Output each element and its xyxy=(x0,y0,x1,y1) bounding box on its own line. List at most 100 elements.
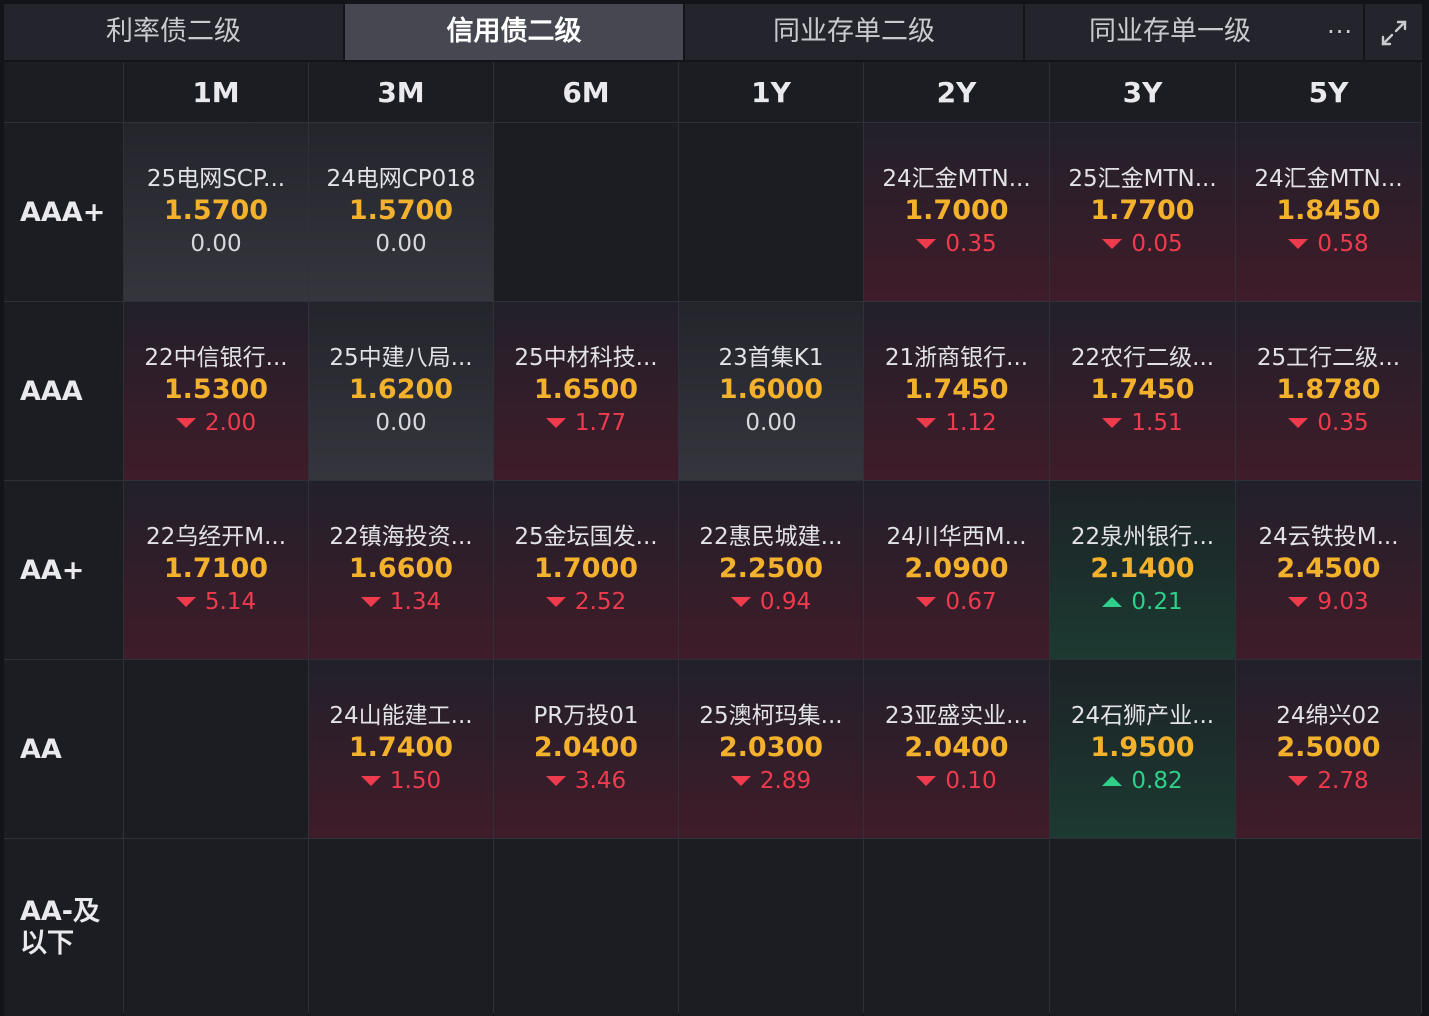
yield-change-value: 0.21 xyxy=(1131,589,1183,615)
bond-quote-cell[interactable]: 23首集K1 1.6000 0.00 xyxy=(679,302,863,480)
bond-name: 25汇金MTN... xyxy=(1068,166,1217,192)
bond-yield: 2.1400 xyxy=(1090,553,1195,584)
bond-yield: 1.5700 xyxy=(348,195,454,226)
down-triangle-icon xyxy=(916,597,937,607)
yield-change-value: 9.03 xyxy=(1317,589,1369,615)
bond-yield: 2.5000 xyxy=(1276,732,1381,763)
up-triangle-icon xyxy=(1102,597,1123,607)
bond-name: 25工行二级... xyxy=(1256,345,1401,371)
row-label: AAA+ xyxy=(4,123,123,301)
column-header-3m: 3M xyxy=(309,62,493,122)
bond-name: 21浙商银行... xyxy=(884,345,1029,371)
bond-quote-cell[interactable]: 25中建八局... 1.6200 0.00 xyxy=(309,302,493,480)
bond-name: 25澳柯玛集... xyxy=(699,703,843,729)
yield-change: 3.46 xyxy=(545,765,627,797)
bond-quote-cell[interactable]: 22乌经开M... 1.7100 5.14 xyxy=(124,481,308,659)
empty-cell xyxy=(494,839,678,1016)
column-header-2y: 2Y xyxy=(864,62,1049,122)
expand-icon xyxy=(1381,20,1407,46)
bond-quote-cell[interactable]: 25澳柯玛集... 2.0300 2.89 xyxy=(679,660,863,838)
yield-change: 0.35 xyxy=(1288,407,1369,439)
bond-name: 22中信银行... xyxy=(144,345,288,371)
bond-quote-cell[interactable]: 22泉州银行... 2.1400 0.21 xyxy=(1050,481,1235,659)
bond-name: 24云铁投M... xyxy=(1258,524,1399,550)
bond-yield: 1.8450 xyxy=(1276,195,1381,226)
tab-ncd-primary[interactable]: 同业存单一级 ··· xyxy=(1025,4,1363,60)
column-header-5y: 5Y xyxy=(1236,62,1421,122)
bond-yield: 2.0900 xyxy=(904,553,1009,584)
yield-change-value: 1.34 xyxy=(389,589,442,615)
bond-quote-cell[interactable]: 24川华西M... 2.0900 0.67 xyxy=(864,481,1049,659)
bond-name: PR万投01 xyxy=(533,703,639,729)
more-icon[interactable]: ··· xyxy=(1327,4,1353,60)
bond-yield: 1.7100 xyxy=(163,553,269,584)
up-triangle-icon xyxy=(1102,776,1123,786)
bond-quote-cell[interactable]: 25电网SCP... 1.5700 0.00 xyxy=(124,123,308,301)
bond-quote-cell[interactable]: 22镇海投资... 1.6600 1.34 xyxy=(309,481,493,659)
bond-quote-cell[interactable]: 24山能建工... 1.7400 1.50 xyxy=(309,660,493,838)
yield-change: 0.00 xyxy=(190,228,241,260)
bond-quote-cell[interactable]: 25中材科技... 1.6500 1.77 xyxy=(494,302,678,480)
bond-name: 25中建八局... xyxy=(329,345,473,371)
yield-change: 2.78 xyxy=(1288,765,1369,797)
yield-change-value: 0.00 xyxy=(745,410,797,436)
bond-quote-cell[interactable]: 25工行二级... 1.8780 0.35 xyxy=(1236,302,1421,480)
yield-change-value: 0.35 xyxy=(1317,410,1369,436)
yield-change: 0.35 xyxy=(916,228,997,260)
bond-yield: 1.6500 xyxy=(533,374,639,405)
yield-change: 5.14 xyxy=(175,586,257,618)
column-header-3y: 3Y xyxy=(1050,62,1235,122)
yield-change-value: 0.00 xyxy=(375,231,427,257)
expand-button[interactable] xyxy=(1365,4,1422,60)
bond-name: 22泉州银行... xyxy=(1070,524,1215,550)
corner-cell xyxy=(4,62,123,122)
yield-change-value: 2.78 xyxy=(1317,768,1369,794)
yield-change: 0.82 xyxy=(1102,765,1183,797)
bond-quote-cell[interactable]: PR万投01 2.0400 3.46 xyxy=(494,660,678,838)
down-triangle-icon xyxy=(730,776,751,786)
bond-yield: 2.0300 xyxy=(718,732,824,763)
yield-change-value: 0.67 xyxy=(945,589,997,615)
tab-bar: 利率债二级 信用债二级 同业存单二级 同业存单一级 ··· xyxy=(4,4,1422,60)
bond-quote-cell[interactable]: 24汇金MTN... 1.7000 0.35 xyxy=(864,123,1049,301)
bond-yield: 2.0400 xyxy=(533,732,639,763)
bond-quote-cell[interactable]: 22农行二级... 1.7450 1.51 xyxy=(1050,302,1235,480)
tab-ncd-secondary[interactable]: 同业存单二级 xyxy=(685,4,1023,60)
yield-change-value: 3.46 xyxy=(574,768,627,794)
yield-change-value: 2.00 xyxy=(204,410,257,436)
bond-quote-cell[interactable]: 25金坛国发... 1.7000 2.52 xyxy=(494,481,678,659)
yield-change-value: 0.00 xyxy=(190,231,242,257)
bond-yield: 2.2500 xyxy=(718,553,824,584)
tab-credit-bond-secondary[interactable]: 信用债二级 xyxy=(345,4,683,60)
bond-quote-cell[interactable]: 24石狮产业... 1.9500 0.82 xyxy=(1050,660,1235,838)
tab-rate-bond-secondary[interactable]: 利率债二级 xyxy=(4,4,343,60)
yield-change: 2.00 xyxy=(175,407,257,439)
yield-change-value: 5.14 xyxy=(204,589,257,615)
yield-change: 1.50 xyxy=(360,765,441,797)
yield-change-value: 0.35 xyxy=(945,231,997,257)
empty-cell xyxy=(1050,839,1235,1016)
down-triangle-icon xyxy=(360,597,381,607)
bond-quote-cell[interactable]: 24绵兴02 2.5000 2.78 xyxy=(1236,660,1421,838)
yield-change: 1.51 xyxy=(1102,407,1183,439)
yield-change-value: 0.00 xyxy=(375,410,427,436)
yield-change: 9.03 xyxy=(1288,586,1369,618)
bond-quote-cell[interactable]: 23亚盛实业... 2.0400 0.10 xyxy=(864,660,1049,838)
bond-quote-cell[interactable]: 24汇金MTN... 1.8450 0.58 xyxy=(1236,123,1421,301)
down-triangle-icon xyxy=(730,597,751,607)
bond-name: 22乌经开M... xyxy=(145,524,287,550)
bond-quote-cell[interactable]: 25汇金MTN... 1.7700 0.05 xyxy=(1050,123,1235,301)
yield-change: 1.77 xyxy=(545,407,626,439)
yield-change-value: 0.82 xyxy=(1131,768,1183,794)
bond-quote-cell[interactable]: 22惠民城建... 2.2500 0.94 xyxy=(679,481,863,659)
empty-cell xyxy=(864,839,1049,1016)
yield-change: 0.94 xyxy=(730,586,811,618)
bond-quote-cell[interactable]: 24云铁投M... 2.4500 9.03 xyxy=(1236,481,1421,659)
bond-quote-cell[interactable]: 24电网CP018 1.5700 0.00 xyxy=(309,123,493,301)
yield-change: 2.89 xyxy=(730,765,811,797)
bond-yield: 2.0400 xyxy=(904,732,1009,763)
bond-yield: 2.4500 xyxy=(1276,553,1381,584)
bond-quote-cell[interactable]: 22中信银行... 1.5300 2.00 xyxy=(124,302,308,480)
bond-name: 24汇金MTN... xyxy=(882,166,1031,192)
bond-quote-cell[interactable]: 21浙商银行... 1.7450 1.12 xyxy=(864,302,1049,480)
